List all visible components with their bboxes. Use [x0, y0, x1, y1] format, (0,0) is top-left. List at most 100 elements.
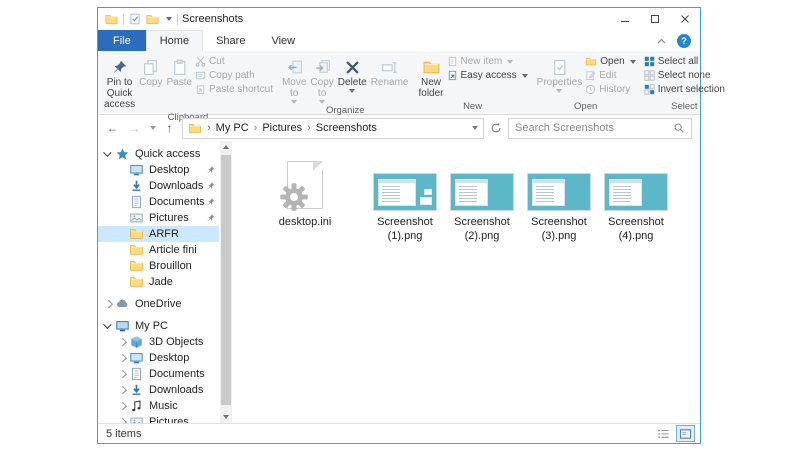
chevron-down-icon[interactable]: [102, 146, 115, 162]
file-item-screenshot-1-png[interactable]: Screenshot (1).png: [368, 153, 442, 244]
new-folder-button[interactable]: New folder: [417, 53, 446, 101]
sidebar-item-my-pc[interactable]: My PC: [98, 318, 219, 334]
chevron-right-icon[interactable]: [116, 398, 129, 414]
sidebar-item-pictures[interactable]: Pictures: [98, 210, 219, 226]
scroll-up-icon[interactable]: [220, 141, 232, 153]
sidebar-item-article-fini[interactable]: Article fini: [98, 242, 219, 258]
tab-share[interactable]: Share: [203, 30, 258, 51]
title-bar: Screenshots: [98, 8, 700, 30]
divider: [123, 14, 124, 25]
chevron-right-icon[interactable]: [116, 334, 129, 350]
item-count: 5 items: [106, 428, 141, 440]
up-button[interactable]: ↑: [160, 118, 179, 138]
copy-button[interactable]: Copy: [137, 53, 164, 112]
ribbon-group-new: New folder New item Easy access New: [414, 51, 532, 114]
file-name: desktop.ini: [279, 216, 332, 230]
sidebar-item-desktop[interactable]: Desktop: [98, 350, 219, 366]
minimize-button[interactable]: [610, 8, 640, 30]
copy-path-button[interactable]: Copy path: [194, 70, 274, 81]
chevron-right-icon[interactable]: [116, 382, 129, 398]
chevron-right-icon[interactable]: [116, 414, 129, 423]
move-to-button[interactable]: Move to: [280, 53, 308, 105]
thumbnail-window: [455, 179, 488, 206]
forward-button[interactable]: →: [125, 118, 144, 138]
open-button[interactable]: Open: [584, 56, 636, 67]
sidebar-scrollbar[interactable]: [220, 141, 232, 423]
select-all-button[interactable]: Select all: [643, 56, 726, 67]
sidebar-item-pictures[interactable]: Pictures: [98, 414, 219, 423]
sidebar-item-downloads[interactable]: Downloads: [98, 382, 219, 398]
cut-button[interactable]: Cut: [194, 56, 274, 67]
back-button[interactable]: ←: [103, 118, 122, 138]
scrollbar-thumb[interactable]: [221, 155, 231, 405]
file-item-desktop-ini[interactable]: desktop.ini: [262, 153, 348, 230]
chevron-right-icon[interactable]: [116, 366, 129, 382]
maximize-button[interactable]: [640, 8, 670, 30]
file-item-screenshot-2-png[interactable]: Screenshot (2).png: [445, 153, 519, 244]
properties-quick-icon[interactable]: [129, 13, 141, 25]
recent-locations-button[interactable]: [147, 118, 157, 138]
sidebar-item-documents[interactable]: Documents: [98, 194, 219, 210]
tab-home[interactable]: Home: [146, 30, 203, 51]
select-none-button[interactable]: Select none: [643, 70, 726, 81]
sidebar-item-onedrive[interactable]: OneDrive: [98, 296, 219, 312]
chevron-spacer: [116, 194, 129, 210]
sidebar-item-music[interactable]: Music: [98, 398, 219, 414]
sidebar-item-label: ARFR: [149, 228, 179, 240]
folder-icon: [129, 259, 144, 273]
rename-button[interactable]: Rename: [369, 53, 411, 105]
new-folder-icon: [422, 54, 441, 76]
breadcrumb-item-my-pc[interactable]: My PC: [216, 122, 249, 134]
invert-selection-icon: [644, 84, 655, 95]
easy-access-button[interactable]: Easy access: [446, 70, 529, 81]
pin-to-quick-access-button[interactable]: Pin to Quick access: [102, 53, 137, 112]
large-icons-view-button[interactable]: [676, 425, 695, 442]
properties-button[interactable]: Properties: [535, 53, 585, 101]
sidebar-item-quick-access[interactable]: Quick access: [98, 146, 219, 162]
sidebar-item-desktop[interactable]: Desktop: [98, 162, 219, 178]
history-button[interactable]: History: [584, 84, 636, 95]
history-icon: [585, 84, 596, 95]
breadcrumb-item-screenshots[interactable]: Screenshots: [316, 122, 377, 134]
crumb-separator-icon: ›: [307, 122, 311, 134]
edit-button[interactable]: Edit: [584, 70, 636, 81]
close-button[interactable]: [670, 8, 700, 30]
paste-button[interactable]: Paste: [164, 53, 194, 112]
sidebar-item-downloads[interactable]: Downloads: [98, 178, 219, 194]
tab-file[interactable]: File: [98, 30, 146, 51]
paste-shortcut-button[interactable]: Paste shortcut: [194, 84, 274, 95]
sidebar-item-label: Music: [149, 400, 178, 412]
copy-to-button[interactable]: Copy to: [308, 53, 335, 105]
refresh-button[interactable]: [487, 118, 505, 138]
details-view-button[interactable]: [654, 425, 673, 442]
sidebar-item-label: Documents: [149, 196, 205, 208]
sidebar-item-3d-objects[interactable]: 3D Objects: [98, 334, 219, 350]
image-thumbnail: [450, 173, 514, 211]
file-item-screenshot-4-png[interactable]: Screenshot (4).png: [599, 153, 673, 244]
file-item-screenshot-3-png[interactable]: Screenshot (3).png: [522, 153, 596, 244]
sidebar-item-documents[interactable]: Documents: [98, 366, 219, 382]
search-icon[interactable]: [673, 122, 685, 134]
chevron-down-icon[interactable]: [102, 318, 115, 334]
sidebar-item-label: My PC: [135, 320, 168, 332]
move-to-icon: [286, 54, 303, 76]
breadcrumb[interactable]: ›My PC›Pictures›Screenshots: [182, 118, 484, 139]
tab-view[interactable]: View: [258, 30, 308, 51]
qat-dropdown-icon[interactable]: [166, 17, 172, 21]
folder-icon: [129, 243, 144, 257]
help-icon[interactable]: ?: [677, 34, 691, 48]
collapse-ribbon-icon[interactable]: [656, 37, 667, 45]
sidebar-item-jade[interactable]: Jade: [98, 274, 219, 290]
breadcrumb-item-pictures[interactable]: Pictures: [262, 122, 302, 134]
chevron-right-icon[interactable]: [102, 296, 115, 312]
sidebar-item-brouillon[interactable]: Brouillon: [98, 258, 219, 274]
address-dropdown-icon[interactable]: [472, 126, 478, 130]
chevron-right-icon[interactable]: [116, 350, 129, 366]
delete-button[interactable]: Delete: [336, 53, 369, 105]
search-input[interactable]: [515, 122, 673, 134]
new-folder-quick-icon[interactable]: [146, 13, 159, 26]
invert-selection-button[interactable]: Invert selection: [643, 84, 726, 95]
sidebar-item-arfr[interactable]: ARFR: [98, 226, 219, 242]
scroll-down-icon[interactable]: [220, 411, 232, 423]
new-item-button[interactable]: New item: [446, 56, 529, 67]
